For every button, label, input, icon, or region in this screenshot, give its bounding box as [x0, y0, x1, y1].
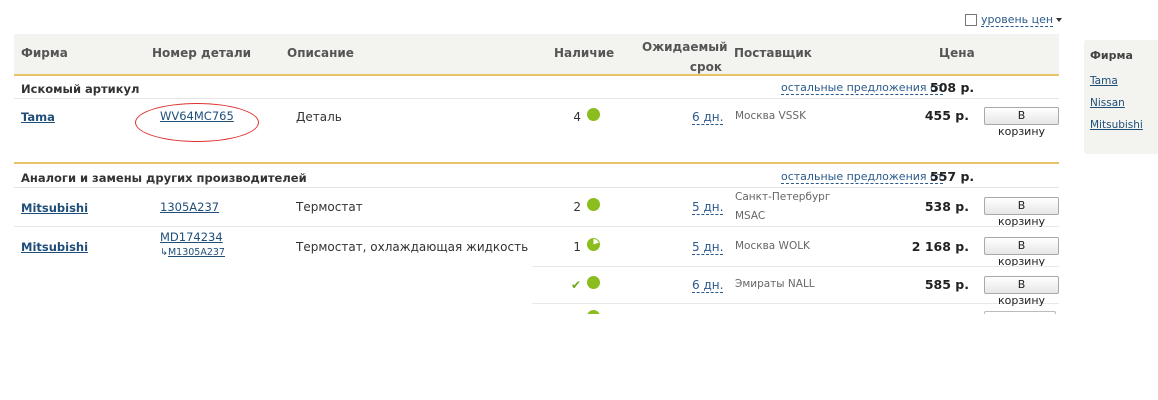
table-row: Mitsubishi 1305A237 Термостат 2 5 дн. Са… [14, 188, 1059, 228]
other-offers-price: 508 р. [930, 80, 975, 95]
delivery-days-link[interactable]: 5 дн. [692, 200, 724, 215]
delivery-days-link[interactable]: 5 дн. [692, 240, 724, 255]
supplier: Москва VSSK [735, 110, 806, 122]
price-level-label[interactable]: уровень цен [981, 13, 1054, 27]
header-part-number: Номер детали [152, 46, 252, 60]
header-supplier: Поставщик [734, 46, 812, 60]
other-offers-link[interactable]: остальные предложения от [781, 170, 944, 184]
header-expected-line2: срок [689, 60, 722, 74]
header-description: Описание [287, 46, 354, 60]
supplier: Санкт-Петербург MSAC [735, 188, 830, 226]
table-row: ✔ [532, 303, 1059, 314]
availability-dot-icon [587, 276, 600, 289]
table-header: Фирма Номер детали Описание Наличие Ожид… [14, 34, 1059, 76]
header-expected-line1: Ожидаемый [642, 40, 728, 54]
part-number-link[interactable]: MD174234 [160, 230, 223, 244]
add-to-cart-button[interactable] [984, 311, 1056, 314]
sub-arrow-icon: ↳ [160, 247, 168, 258]
availability-dot-icon [587, 198, 600, 211]
brand-link[interactable]: Mitsubishi [21, 240, 88, 254]
check-icon: ✔ [571, 313, 581, 314]
filter-title: Фирма [1090, 49, 1133, 62]
other-offers-price: 557 р. [930, 169, 975, 184]
annotation-ellipse [135, 103, 259, 142]
header-price: Цена [939, 46, 975, 60]
add-to-cart-button[interactable]: В корзину [984, 237, 1059, 268]
quantity: 4 [573, 110, 581, 124]
price: 538 р. [924, 199, 969, 214]
part-number-link[interactable]: 1305A237 [160, 200, 219, 214]
description: Термостат, охлаждающая жидкость [296, 240, 529, 254]
section-analogs-label: Аналоги и замены других производителей [21, 171, 307, 185]
supplier-code: MSAC [735, 210, 766, 222]
sub-part-link[interactable]: M1305A237 [168, 247, 225, 258]
price: 455 р. [924, 108, 969, 123]
header-brand: Фирма [21, 46, 68, 60]
filter-item-tama[interactable]: Tama [1090, 75, 1118, 87]
description: Деталь [296, 110, 342, 124]
supplier: Москва WOLK [735, 240, 810, 252]
add-to-cart-button[interactable]: В корзину [984, 107, 1059, 138]
delivery-days-link[interactable]: 6 дн. [692, 278, 724, 293]
check-icon: ✔ [571, 278, 582, 292]
section-searched: Искомый артикул остальные предложения от… [14, 76, 1059, 99]
supplier: Эмираты NALL [735, 278, 815, 290]
section-divider [14, 162, 1059, 164]
availability-dot-icon [587, 108, 600, 121]
price: 585 р. [924, 277, 969, 292]
header-availability: Наличие [554, 46, 615, 60]
header-expected-term: Ожидаемый срок [642, 37, 728, 77]
section-analogs: Аналоги и замены других производителей о… [14, 165, 1059, 188]
sub-part: ↳M1305A237 [160, 247, 225, 258]
checkbox-icon[interactable] [965, 14, 977, 26]
availability-pie-icon [587, 238, 600, 251]
add-to-cart-button[interactable]: В корзину [984, 276, 1059, 307]
supplier-city: Санкт-Петербург [735, 191, 831, 203]
add-to-cart-button[interactable]: В корзину [984, 197, 1059, 228]
brand-link[interactable]: Mitsubishi [21, 201, 88, 215]
brand-link[interactable]: Tama [21, 110, 55, 124]
filter-item-mitsubishi[interactable]: Mitsubishi [1090, 119, 1143, 131]
availability-dot-icon [587, 310, 600, 314]
price-level-toggle[interactable]: уровень цен [965, 13, 1063, 27]
table-row: Tama WV64MC765 Деталь 4 6 дн. Москва VSS… [14, 99, 1059, 144]
caret-down-icon[interactable] [1056, 18, 1063, 22]
quantity: 2 [573, 200, 581, 214]
filter-item-nissan[interactable]: Nissan [1090, 97, 1125, 109]
price: 2 168 р. [911, 239, 969, 254]
table-row: Mitsubishi MD174234 ↳M1305A237 Термостат… [14, 227, 1059, 268]
results-table: Фирма Номер детали Описание Наличие Ожид… [14, 34, 1059, 314]
other-offers-link[interactable]: остальные предложения от [781, 81, 944, 95]
description: Термостат [296, 200, 363, 214]
delivery-days-link[interactable]: 6 дн. [692, 110, 724, 125]
brand-filter-panel: Фирма Tama Nissan Mitsubishi [1084, 40, 1158, 154]
quantity: 1 [573, 240, 581, 254]
section-searched-label: Искомый артикул [21, 82, 140, 96]
table-row: ✔ 6 дн. Эмираты NALL 585 р. В корзину [532, 266, 1059, 307]
